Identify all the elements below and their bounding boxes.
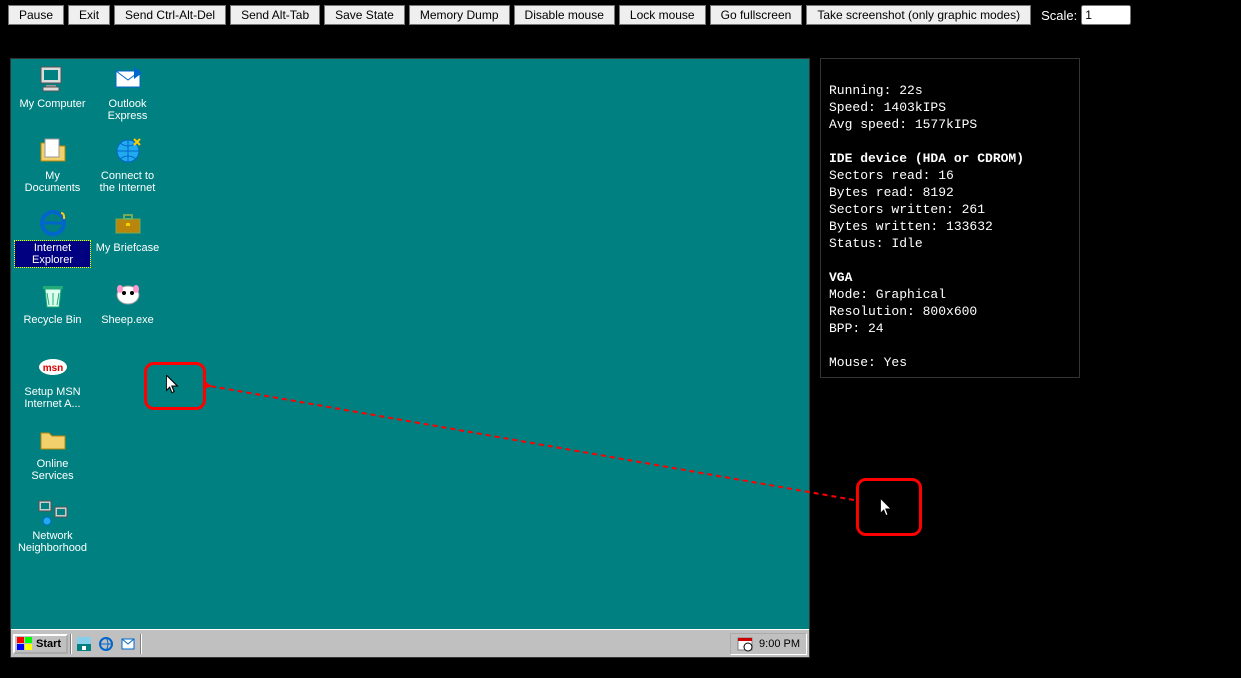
go-fullscreen-button[interactable]: Go fullscreen bbox=[710, 5, 803, 25]
emulator-toolbar: Pause Exit Send Ctrl-Alt-Del Send Alt-Ta… bbox=[0, 0, 1241, 30]
stat-bytes-read: Bytes read: 8192 bbox=[829, 185, 954, 200]
stat-vga-header: VGA bbox=[829, 270, 852, 285]
taskbar-separator bbox=[140, 634, 142, 654]
scale-label: Scale: bbox=[1041, 8, 1077, 23]
desktop-icon-setup-msn[interactable]: msn Setup MSN Internet A... bbox=[15, 351, 90, 411]
save-state-button[interactable]: Save State bbox=[324, 5, 405, 25]
stat-avg-speed: Avg speed: 1577kIPS bbox=[829, 117, 977, 132]
stat-status: Status: Idle bbox=[829, 236, 923, 251]
my-computer-icon bbox=[37, 63, 69, 95]
my-briefcase-icon bbox=[112, 207, 144, 239]
desktop-icon-internet-explorer[interactable]: Internet Explorer bbox=[15, 207, 90, 267]
connect-internet-icon bbox=[112, 135, 144, 167]
memory-dump-button[interactable]: Memory Dump bbox=[409, 5, 510, 25]
desktop-icon-outlook-express[interactable]: Outlook Express bbox=[90, 63, 165, 123]
desktop-icon-label: Internet Explorer bbox=[15, 241, 90, 267]
desktop-icon-label: My Documents bbox=[15, 169, 90, 195]
desktop-icon-my-computer[interactable]: My Computer bbox=[15, 63, 90, 111]
quick-launch-desktop-icon[interactable] bbox=[74, 634, 94, 654]
cursor-icon bbox=[880, 498, 894, 518]
desktop-icon-my-documents[interactable]: My Documents bbox=[15, 135, 90, 195]
tray-scheduler-icon[interactable] bbox=[737, 636, 753, 652]
quick-launch bbox=[74, 634, 138, 654]
internet-explorer-icon bbox=[37, 207, 69, 239]
stats-panel: Running: 22s Speed: 1403kIPS Avg speed: … bbox=[820, 58, 1080, 378]
desktop-icon-label: Connect to the Internet bbox=[90, 169, 165, 195]
desktop-icon-online-services[interactable]: Online Services bbox=[15, 423, 90, 483]
desktop-icon-label: Setup MSN Internet A... bbox=[15, 385, 90, 411]
tray-clock[interactable]: 9:00 PM bbox=[759, 638, 800, 650]
desktop-icon-recycle-bin[interactable]: Recycle Bin bbox=[15, 279, 90, 327]
desktop-icon-label: My Computer bbox=[17, 97, 87, 111]
stat-bytes-written: Bytes written: 133632 bbox=[829, 219, 993, 234]
setup-msn-icon: msn bbox=[37, 351, 69, 383]
desktop-icon-label: My Briefcase bbox=[94, 241, 162, 255]
quick-launch-outlook-icon[interactable] bbox=[118, 634, 138, 654]
quick-launch-ie-icon[interactable] bbox=[96, 634, 116, 654]
my-documents-icon bbox=[37, 135, 69, 167]
scale-input[interactable] bbox=[1081, 5, 1131, 25]
recycle-bin-icon bbox=[37, 279, 69, 311]
send-ctrl-alt-del-button[interactable]: Send Ctrl-Alt-Del bbox=[114, 5, 226, 25]
online-services-icon bbox=[37, 423, 69, 455]
desktop-icon-connect-internet[interactable]: Connect to the Internet bbox=[90, 135, 165, 195]
network-neighborhood-icon bbox=[37, 495, 69, 527]
win98-desktop[interactable]: My Computer My Documents Internet Explorer… bbox=[11, 59, 809, 629]
stat-sectors-written: Sectors written: 261 bbox=[829, 202, 985, 217]
send-alt-tab-button[interactable]: Send Alt-Tab bbox=[230, 5, 320, 25]
start-label: Start bbox=[36, 638, 61, 650]
desktop-icon-label: Sheep.exe bbox=[99, 313, 156, 327]
lock-mouse-button[interactable]: Lock mouse bbox=[619, 5, 706, 25]
desktop-icon-label: Online Services bbox=[15, 457, 90, 483]
stat-running: Running: 22s bbox=[829, 83, 923, 98]
take-screenshot-button[interactable]: Take screenshot (only graphic modes) bbox=[806, 5, 1031, 25]
outlook-express-icon bbox=[112, 63, 144, 95]
desktop-icon-my-briefcase[interactable]: My Briefcase bbox=[90, 207, 165, 255]
windows-logo-icon bbox=[17, 637, 33, 651]
stat-mouse: Mouse: Yes bbox=[829, 355, 907, 370]
system-tray: 9:00 PM bbox=[730, 633, 807, 655]
desktop-icon-label: Network Neighborhood bbox=[15, 529, 90, 555]
stat-ide-header: IDE device (HDA or CDROM) bbox=[829, 151, 1024, 166]
desktop-icon-label: Recycle Bin bbox=[21, 313, 83, 327]
pause-button[interactable]: Pause bbox=[8, 5, 64, 25]
disable-mouse-button[interactable]: Disable mouse bbox=[514, 5, 615, 25]
desktop-icon-sheep-exe[interactable]: Sheep.exe bbox=[90, 279, 165, 327]
stat-mode: Mode: Graphical bbox=[829, 287, 946, 302]
taskbar-separator bbox=[70, 634, 72, 654]
desktop-icon-network-neighborhood[interactable]: Network Neighborhood bbox=[15, 495, 90, 555]
desktop-icon-label: Outlook Express bbox=[90, 97, 165, 123]
stat-bpp: BPP: 24 bbox=[829, 321, 884, 336]
exit-button[interactable]: Exit bbox=[68, 5, 110, 25]
stat-resolution: Resolution: 800x600 bbox=[829, 304, 977, 319]
cursor-icon bbox=[166, 375, 180, 395]
stat-sectors-read: Sectors read: 16 bbox=[829, 168, 954, 183]
svg-text:msn: msn bbox=[42, 363, 63, 374]
taskbar: Start 9:00 PM bbox=[11, 629, 809, 657]
sheep-exe-icon bbox=[112, 279, 144, 311]
stat-speed: Speed: 1403kIPS bbox=[829, 100, 946, 115]
vm-screen[interactable]: My Computer My Documents Internet Explorer… bbox=[10, 58, 810, 658]
start-button[interactable]: Start bbox=[13, 634, 68, 654]
